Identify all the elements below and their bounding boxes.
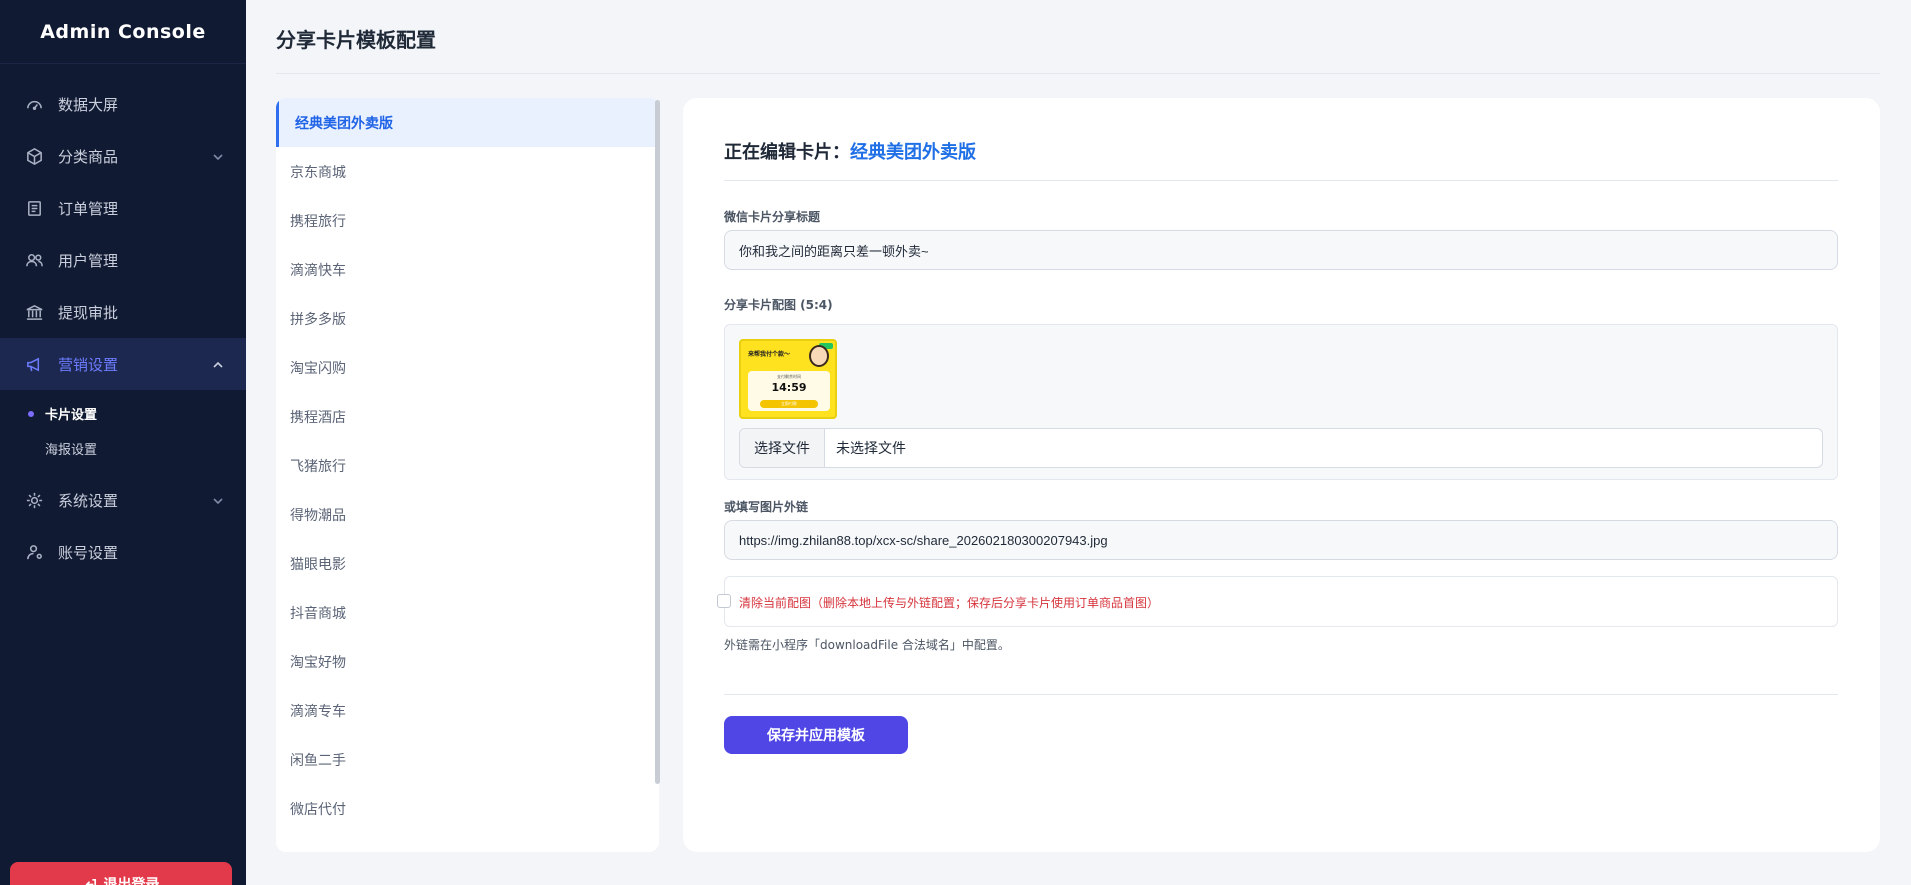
- editor-heading-prefix: 正在编辑卡片：: [724, 142, 850, 163]
- image-url-input[interactable]: https://img.zhilan88.top/xcx-sc/share_20…: [724, 520, 1838, 560]
- sidebar-item-label: 营销设置: [58, 355, 119, 374]
- chevron-down-icon: [212, 493, 224, 505]
- users-icon: [24, 250, 44, 270]
- marketing-submenu: 卡片设置 海报设置: [0, 390, 246, 474]
- sidebar-item-label: 订单管理: [58, 199, 119, 218]
- template-item-xianyu[interactable]: 闲鱼二手: [276, 735, 659, 784]
- share-title-input[interactable]: 你和我之间的距离只差一顿外卖~: [724, 230, 1838, 270]
- template-item-taobao-flash[interactable]: 淘宝闪购: [276, 343, 659, 392]
- app-title: Admin Console: [0, 0, 246, 64]
- chevron-up-icon: [212, 357, 224, 369]
- template-item-weidian[interactable]: 微店代付: [276, 784, 659, 833]
- image-url-label: 或填写图片外链: [724, 500, 809, 514]
- clear-image-checkbox[interactable]: [717, 594, 731, 608]
- sidebar-item-account[interactable]: 账号设置: [0, 526, 246, 578]
- template-item-meituan[interactable]: 经典美团外卖版: [276, 98, 659, 147]
- file-upload-input[interactable]: 选择文件 未选择文件: [739, 428, 1823, 468]
- preview-pay-button: 立即付款: [760, 400, 818, 408]
- sidebar-item-products[interactable]: 分类商品: [0, 130, 246, 182]
- template-item-pinduoduo[interactable]: 拼多多版: [276, 294, 659, 343]
- template-item-douyin[interactable]: 抖音商城: [276, 588, 659, 637]
- share-image-label: 分享卡片配图 (5:4): [724, 298, 833, 312]
- gear-icon: [24, 490, 44, 510]
- choose-file-button[interactable]: 选择文件: [740, 429, 825, 467]
- sidebar-item-label: 账号设置: [58, 543, 119, 562]
- file-status: 未选择文件: [836, 441, 906, 457]
- share-title-label: 微信卡片分享标题: [724, 210, 821, 224]
- template-item-dewu[interactable]: 得物潮品: [276, 490, 659, 539]
- divider: [724, 694, 1838, 695]
- chevron-down-icon: [212, 149, 224, 161]
- sidebar-item-orders[interactable]: 订单管理: [0, 182, 246, 234]
- sidebar-item-dashboard[interactable]: 数据大屏: [0, 78, 246, 130]
- divider: [724, 180, 1838, 181]
- editor-heading-name: 经典美团外卖版: [850, 142, 976, 163]
- submenu-item-card-settings[interactable]: 卡片设置: [0, 396, 246, 431]
- editor-heading: 正在编辑卡片：经典美团外卖版: [724, 138, 976, 164]
- template-item-fliggy[interactable]: 飞猪旅行: [276, 441, 659, 490]
- preview-card: 支付剩余时间 14:59 立即付款: [748, 371, 830, 411]
- receipt-icon: [24, 198, 44, 218]
- logout-label: 退出登录: [103, 877, 160, 885]
- sidebar-item-marketing[interactable]: 营销设置: [0, 338, 246, 390]
- megaphone-icon: [24, 354, 44, 374]
- preview-countdown: 14:59: [771, 381, 807, 394]
- save-apply-button[interactable]: 保存并应用模板: [724, 716, 908, 754]
- template-list-scrollbar[interactable]: [655, 100, 660, 784]
- sidebar: Admin Console 数据大屏 分类商品 订单管理 用户管理 提现审批 营…: [0, 0, 246, 885]
- template-item-didi[interactable]: 滴滴快车: [276, 245, 659, 294]
- clear-image-option: 清除当前配图（删除本地上传与外链配置；保存后分享卡片使用订单商品首图）: [717, 576, 1838, 627]
- user-gear-icon: [24, 542, 44, 562]
- sidebar-item-system[interactable]: 系统设置: [0, 474, 246, 526]
- sidebar-item-users[interactable]: 用户管理: [0, 234, 246, 286]
- sidebar-item-label: 数据大屏: [58, 95, 119, 114]
- box-icon: [24, 146, 44, 166]
- sidebar-item-label: 系统设置: [58, 491, 119, 510]
- sidebar-item-label: 用户管理: [58, 251, 119, 270]
- template-item-taobao[interactable]: 淘宝好物: [276, 637, 659, 686]
- logout-button[interactable]: 退出登录: [10, 862, 232, 885]
- submenu-item-poster-settings[interactable]: 海报设置: [0, 431, 246, 466]
- bank-icon: [24, 302, 44, 322]
- editor-panel: 正在编辑卡片：经典美团外卖版 微信卡片分享标题 你和我之间的距离只差一顿外卖~ …: [683, 98, 1880, 852]
- clear-image-label[interactable]: 清除当前配图（删除本地上传与外链配置；保存后分享卡片使用订单商品首图）: [739, 594, 1159, 611]
- share-image-box: 来帮我付个款～ 支付剩余时间 14:59 立即付款 选择文件 未选择文件: [724, 324, 1838, 480]
- page-title: 分享卡片模板配置: [276, 28, 436, 52]
- template-item-didi-premier[interactable]: 滴滴专车: [276, 686, 659, 735]
- sidebar-item-label: 提现审批: [58, 303, 119, 322]
- preview-caption: 支付剩余时间: [777, 374, 801, 379]
- sidebar-item-withdrawal[interactable]: 提现审批: [0, 286, 246, 338]
- preview-heading: 来帮我付个款～: [748, 351, 791, 358]
- template-item-maoyan[interactable]: 猫眼电影: [276, 539, 659, 588]
- sidebar-item-label: 分类商品: [58, 147, 119, 166]
- logout-icon: [85, 878, 96, 885]
- share-image-preview: 来帮我付个款～ 支付剩余时间 14:59 立即付款: [739, 339, 837, 419]
- sidebar-nav: 数据大屏 分类商品 订单管理 用户管理 提现审批 营销设置 卡片设置 海报设置: [0, 78, 246, 578]
- dashboard-icon: [24, 94, 44, 114]
- template-item-ctrip[interactable]: 携程旅行: [276, 196, 659, 245]
- preview-avatar: [809, 345, 829, 367]
- template-item-jd[interactable]: 京东商城: [276, 147, 659, 196]
- url-hint: 外链需在小程序「downloadFile 合法域名」中配置。: [724, 638, 1010, 652]
- template-list: 经典美团外卖版 京东商城 携程旅行 滴滴快车 拼多多版 淘宝闪购 携程酒店 飞猪…: [276, 98, 659, 852]
- template-item-ctrip-hotel[interactable]: 携程酒店: [276, 392, 659, 441]
- divider: [276, 73, 1880, 74]
